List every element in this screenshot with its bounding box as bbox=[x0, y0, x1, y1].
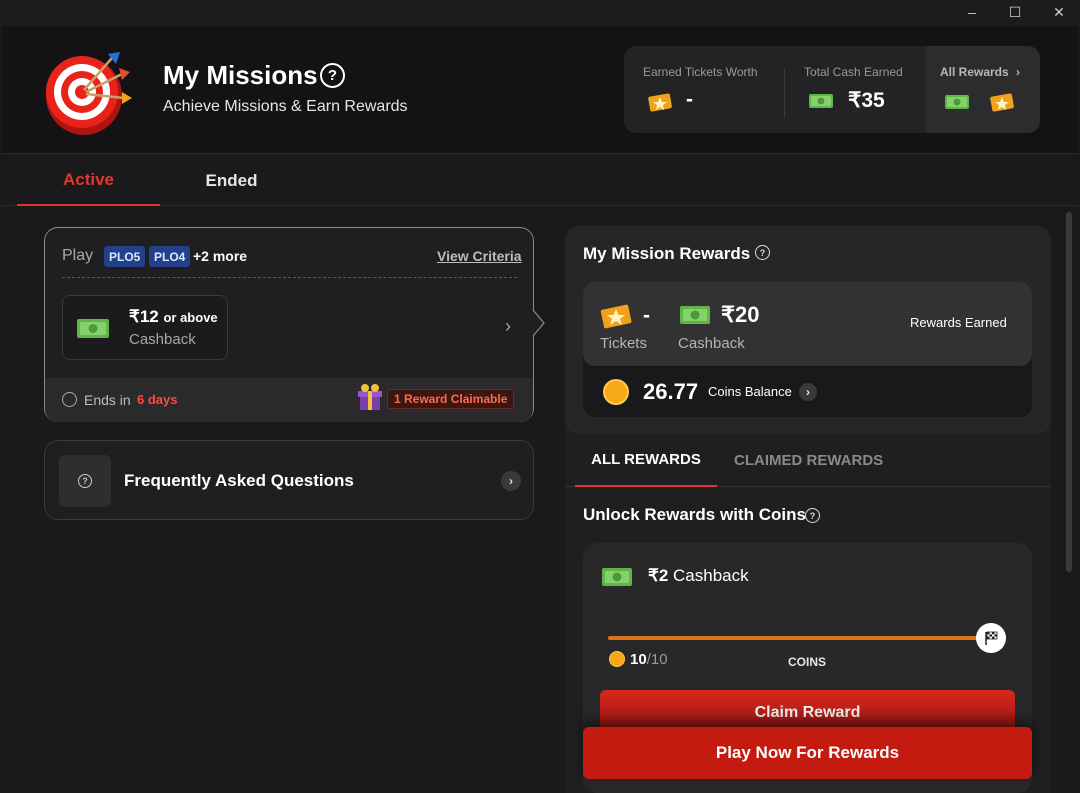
all-rewards-text: All Rewards bbox=[940, 65, 1009, 79]
rewards-summary: Earned Tickets Worth - Total Cash Earned… bbox=[624, 46, 1040, 133]
coins-balance-value: 26.77 bbox=[643, 379, 699, 404]
earned-tickets-stat: Earned Tickets Worth - bbox=[624, 46, 784, 133]
minimize-icon[interactable]: – bbox=[950, 0, 994, 24]
cash-icon bbox=[680, 306, 710, 324]
game-chip: PLO4 bbox=[149, 246, 191, 267]
ticket-icon bbox=[990, 93, 1014, 112]
reward-claimable-badge: 1 Reward Claimable bbox=[387, 389, 515, 409]
earned-tickets-value: - bbox=[686, 88, 693, 111]
coin-icon bbox=[609, 651, 625, 667]
reward-card-title: ₹2 Cashback bbox=[648, 566, 749, 586]
rewards-summary-card: My Mission Rewards ? - Tickets ₹20 Cashb… bbox=[565, 226, 1051, 434]
faq-card[interactable]: ? Frequently Asked Questions › bbox=[44, 440, 534, 520]
view-criteria-link[interactable]: View Criteria bbox=[437, 248, 522, 264]
coins-balance-label: Coins Balance bbox=[708, 384, 792, 399]
faq-label: Frequently Asked Questions bbox=[124, 471, 354, 490]
tab-ended[interactable]: Ended bbox=[160, 155, 303, 206]
reward-card-amount: ₹2 bbox=[648, 566, 669, 585]
all-rewards-label: All Rewards › bbox=[940, 65, 1020, 79]
coin-progress: 10/10 bbox=[630, 651, 668, 668]
progress-total: /10 bbox=[646, 651, 668, 668]
rewards-title: My Mission Rewards bbox=[583, 244, 751, 263]
all-rewards-button[interactable]: All Rewards › bbox=[926, 46, 1040, 133]
checkered-flag-icon bbox=[976, 623, 1006, 653]
coin-icon bbox=[603, 379, 629, 405]
scrollbar[interactable] bbox=[1066, 212, 1072, 572]
mission-tabs: Active Ended bbox=[2, 155, 1078, 206]
game-chip: PLO5 bbox=[104, 246, 146, 267]
maximize-icon[interactable]: ☐ bbox=[993, 0, 1037, 24]
cash-icon bbox=[809, 94, 833, 108]
reward-type: Cashback bbox=[129, 331, 196, 348]
missions-header: My Missions ? Achieve Missions & Earn Re… bbox=[2, 26, 1078, 154]
coins-label: COINS bbox=[788, 655, 827, 669]
reward-amount-value: ₹12 bbox=[129, 307, 159, 326]
page-subtitle: Achieve Missions & Earn Rewards bbox=[163, 98, 408, 115]
progress-current: 10 bbox=[630, 651, 647, 668]
earned-tickets-label: Earned Tickets Worth bbox=[643, 65, 758, 79]
target-bullseye-icon bbox=[46, 52, 132, 135]
rewards-panel: My Mission Rewards ? - Tickets ₹20 Cashb… bbox=[565, 226, 1051, 793]
page-title: My Missions bbox=[163, 60, 318, 90]
more-games-label: +2 more bbox=[193, 248, 248, 264]
reward-qualifier: or above bbox=[163, 310, 218, 325]
help-icon[interactable]: ? bbox=[805, 508, 820, 523]
reward-card-type: Cashback bbox=[673, 566, 749, 585]
faq-icon-box: ? bbox=[59, 455, 111, 507]
tab-active[interactable]: Active bbox=[17, 155, 160, 206]
mission-reward-box: ₹12 or above Cashback bbox=[62, 295, 228, 360]
pointer-arrow bbox=[532, 309, 545, 337]
help-icon[interactable]: ? bbox=[755, 245, 770, 260]
cash-icon bbox=[602, 568, 632, 586]
gift-icon bbox=[358, 384, 382, 410]
rewards-earned-label: Rewards Earned bbox=[910, 315, 1007, 330]
chevron-right-icon[interactable]: › bbox=[799, 383, 817, 401]
total-cash-label: Total Cash Earned bbox=[804, 65, 903, 79]
ends-in-label: Ends in bbox=[84, 392, 131, 408]
divider bbox=[62, 277, 517, 278]
mission-play-label: Play bbox=[62, 247, 94, 264]
progress-bar bbox=[608, 636, 983, 640]
rewards-earned-row: - Tickets ₹20 Cashback Rewards Earned bbox=[583, 282, 1032, 366]
cashback-value: ₹20 bbox=[721, 302, 760, 327]
play-now-button[interactable]: Play Now For Rewards bbox=[583, 727, 1032, 779]
tab-claimed-rewards[interactable]: CLAIMED REWARDS bbox=[734, 434, 883, 487]
clock-icon bbox=[62, 392, 77, 407]
rewards-box: - Tickets ₹20 Cashback Rewards Earned 26… bbox=[583, 282, 1032, 417]
total-cash-stat: Total Cash Earned ₹35 bbox=[784, 46, 926, 133]
tickets-label: Tickets bbox=[600, 335, 647, 352]
chevron-right-icon[interactable]: › bbox=[501, 471, 521, 491]
tickets-value: - bbox=[643, 304, 650, 327]
chevron-right-icon[interactable]: › bbox=[505, 316, 511, 337]
window-titlebar: – ☐ ✕ bbox=[0, 0, 1080, 26]
tab-all-rewards[interactable]: ALL REWARDS bbox=[575, 434, 717, 487]
ends-in-value: 6 days bbox=[137, 392, 178, 407]
reward-amount: ₹12 or above bbox=[129, 307, 218, 327]
question-icon: ? bbox=[78, 474, 92, 488]
close-icon[interactable]: ✕ bbox=[1037, 0, 1080, 24]
cash-icon bbox=[77, 319, 109, 338]
unlock-rewards-title: Unlock Rewards with Coins bbox=[583, 505, 806, 524]
ticket-icon bbox=[648, 93, 672, 112]
total-cash-value: ₹35 bbox=[848, 89, 885, 112]
mission-footer: Ends in 6 days 1 Reward Claimable bbox=[45, 378, 533, 422]
ticket-icon bbox=[600, 304, 632, 329]
cash-icon bbox=[945, 95, 969, 109]
help-icon[interactable]: ? bbox=[320, 63, 345, 88]
rewards-tabs: ALL REWARDS CLAIMED REWARDS bbox=[565, 434, 1051, 487]
mission-card[interactable]: Play PLO5 PLO4 +2 more View Criteria ₹12… bbox=[44, 227, 534, 422]
cashback-label: Cashback bbox=[678, 335, 745, 352]
chevron-right-icon: › bbox=[1016, 65, 1021, 79]
